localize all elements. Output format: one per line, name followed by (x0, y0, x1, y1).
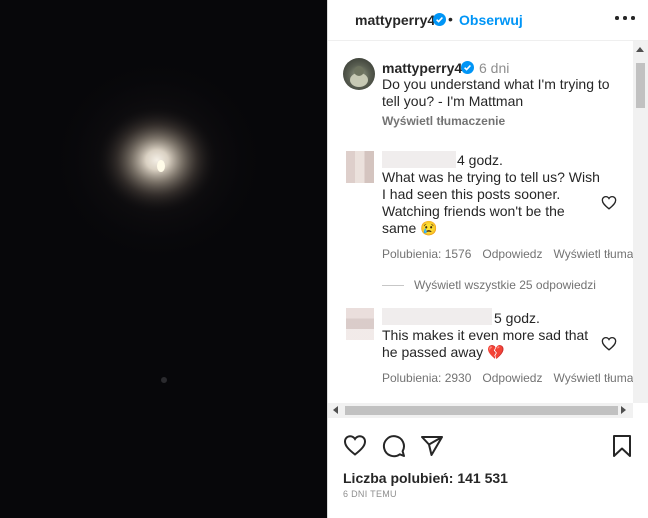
reply-button[interactable]: Odpowiedz (482, 247, 542, 261)
post-image (0, 0, 327, 518)
avatar-image (350, 66, 368, 87)
bookmark-icon[interactable] (611, 434, 633, 458)
post-timestamp[interactable]: 6 DNI TEMU (343, 489, 397, 499)
comment-avatar-blurred[interactable] (346, 308, 374, 340)
scroll-right-arrow[interactable] (621, 406, 626, 414)
horizontal-scrollbar[interactable] (328, 403, 633, 418)
comment-username-blurred[interactable] (382, 308, 492, 325)
replies-divider (382, 285, 404, 286)
header-separator: • (448, 11, 453, 27)
post-actions (328, 432, 648, 462)
comments-list[interactable]: mattyperry4 6 dni Do you understand what… (328, 41, 648, 403)
caption-avatar[interactable] (343, 58, 375, 90)
reply-button[interactable]: Odpowiedz (482, 371, 542, 385)
comment-time: 4 godz. (457, 152, 503, 168)
scroll-left-arrow[interactable] (333, 406, 338, 414)
header-username[interactable]: mattyperry4 (355, 12, 435, 28)
scroll-up-arrow[interactable] (636, 47, 644, 52)
comment-text: What was he trying to tell us? Wish I ha… (382, 169, 600, 236)
view-replies-button[interactable]: Wyświetl wszystkie 25 odpowiedzi (382, 278, 596, 292)
caption-time: 6 dni (479, 60, 510, 76)
verified-badge-icon (461, 61, 474, 74)
comment-text: This makes it even more sad that he pass… (382, 327, 589, 360)
more-horizontal-icon[interactable] (615, 14, 635, 22)
comment-avatar-blurred[interactable] (346, 151, 374, 183)
comment-meta: Polubienia: 2930 Odpowiedz Wyświetl tłuma (382, 371, 644, 385)
heart-icon[interactable] (343, 434, 367, 456)
comment-icon[interactable] (382, 434, 406, 458)
post-sidebar: mattyperry4 • Obserwuj mattyperry4 6 dni… (327, 0, 648, 518)
comment-time: 5 godz. (494, 310, 540, 326)
vertical-scrollbar[interactable] (633, 41, 648, 403)
comment-username-blurred[interactable] (382, 151, 456, 168)
translate-link[interactable]: Wyświetl tłumac (553, 247, 639, 261)
verified-badge-icon (433, 13, 446, 26)
horizontal-scroll-thumb[interactable] (345, 406, 618, 415)
vertical-scroll-thumb[interactable] (636, 63, 645, 108)
comment-likes-count[interactable]: Polubienia: 2930 (382, 371, 471, 385)
moon-photo (0, 0, 327, 518)
comment-like-heart-icon[interactable] (601, 195, 617, 210)
caption-translate-link[interactable]: Wyświetl tłumaczenie (382, 114, 505, 128)
caption-username[interactable]: mattyperry4 (382, 60, 462, 76)
comment-like-heart-icon[interactable] (601, 336, 617, 351)
comment-likes-count[interactable]: Polubienia: 1576 (382, 247, 471, 261)
caption-text: Do you understand what I'm trying to tel… (382, 76, 610, 109)
comment-meta: Polubienia: 1576 Odpowiedz Wyświetl tłumac (382, 247, 648, 261)
share-icon[interactable] (420, 434, 444, 458)
likes-total[interactable]: Liczba polubień: 141 531 (343, 470, 508, 486)
post-header: mattyperry4 • Obserwuj (328, 0, 648, 41)
follow-button[interactable]: Obserwuj (459, 12, 523, 28)
view-replies-label: Wyświetl wszystkie 25 odpowiedzi (414, 278, 596, 292)
translate-link[interactable]: Wyświetl tłuma (553, 371, 633, 385)
